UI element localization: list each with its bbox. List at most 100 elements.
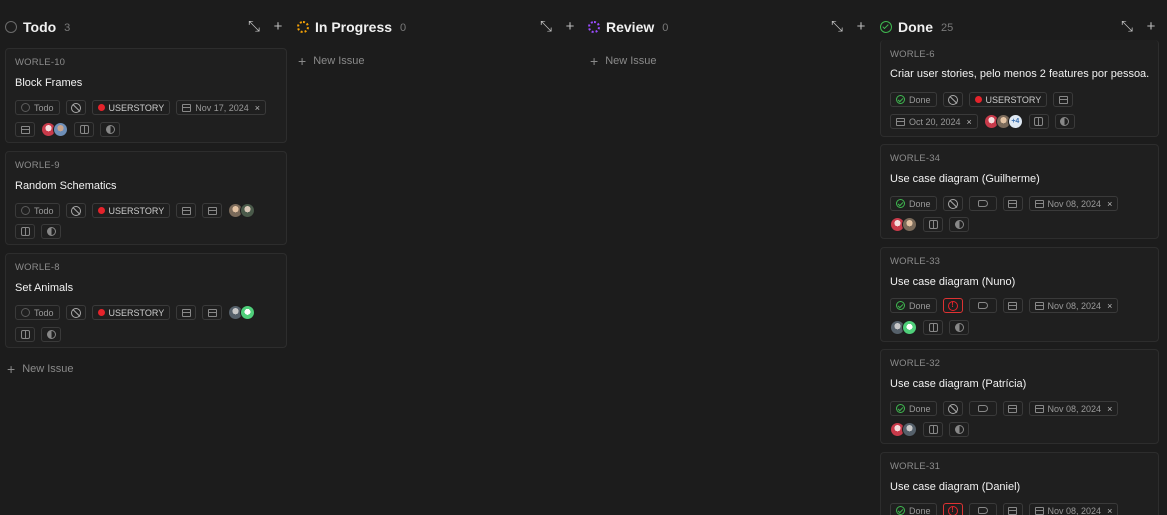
assignees[interactable] [228,203,256,218]
collapse-icon[interactable]: ⤡ [247,19,261,34]
due-date-chip[interactable]: Nov 08, 2024 × [1028,401,1119,416]
assignees[interactable] [41,122,68,137]
start-date-button[interactable] [15,122,35,137]
new-issue-button[interactable]: + New Issue [7,362,74,376]
priority-button[interactable]: ! [942,298,963,313]
start-date-button[interactable] [1002,298,1023,313]
issue-card[interactable]: WORLE-6 Criar user stories, pelo menos 2… [880,40,1159,137]
cycle-button[interactable] [15,224,35,239]
state-chip[interactable]: Todo [15,203,60,218]
cycle-button[interactable] [1028,114,1049,129]
start-date-button[interactable] [1002,401,1023,416]
assignees[interactable] [890,422,917,437]
assignees[interactable] [890,217,917,232]
label-dot-icon [97,104,105,111]
due-date-chip[interactable]: Nov 17, 2024 × [176,100,267,115]
column-title: Review [606,19,655,35]
collapse-icon[interactable]: ⤡ [1120,19,1134,34]
clear-date-icon[interactable]: × [1107,301,1112,311]
issue-card[interactable]: WORLE-32 Use case diagram (Patrícia) Don… [880,349,1159,444]
issue-card[interactable]: WORLE-33 Use case diagram (Nuno) Done ! … [880,247,1159,342]
start-date-button[interactable] [1002,196,1023,211]
labels-button[interactable] [968,298,997,313]
clear-date-icon[interactable]: × [1107,506,1112,515]
priority-button[interactable] [65,305,86,320]
module-button[interactable] [41,327,61,342]
state-label: Todo [34,205,54,216]
start-date-button[interactable] [176,305,197,320]
start-date-button[interactable] [1002,503,1023,515]
cycle-button[interactable] [923,422,943,437]
add-icon[interactable]: + [854,19,868,34]
due-date-chip[interactable]: Nov 08, 2024 × [1028,196,1119,211]
label-chip[interactable]: USERSTORY [968,92,1048,107]
due-date-chip[interactable]: Nov 08, 2024 × [1028,298,1119,313]
due-date-button[interactable] [202,305,223,320]
avatar [902,422,917,437]
module-button[interactable] [949,422,969,437]
state-chip[interactable]: Todo [15,100,60,115]
assignees[interactable] [228,305,256,320]
collapse-icon[interactable]: ⤡ [830,19,844,34]
new-issue-button[interactable]: + New Issue [298,54,365,68]
clear-date-icon[interactable]: × [967,117,972,127]
in-progress-circle-icon [297,21,309,33]
issue-title: Use case diagram (Guilherme) [890,173,1040,185]
add-icon[interactable]: + [1144,19,1158,34]
label-chip[interactable]: USERSTORY [91,305,171,320]
assignees[interactable]: +4 [983,114,1023,129]
priority-button[interactable] [942,196,963,211]
plus-icon: + [7,361,16,377]
collapse-icon[interactable]: ⤡ [539,19,553,34]
cycle-icon [20,227,30,236]
state-chip[interactable]: Done [890,503,937,515]
column-done: Done 25 ⤡ + WORLE-6 Criar user stories, … [880,0,1160,515]
issue-card[interactable]: WORLE-8 Set Animals Todo USERSTORY [5,253,287,348]
module-button[interactable] [949,320,969,335]
clear-date-icon[interactable]: × [255,103,260,113]
cycle-button[interactable] [74,122,94,137]
cycle-button[interactable] [923,217,943,232]
labels-button[interactable] [968,196,997,211]
module-button[interactable] [949,217,969,232]
start-date-button[interactable] [176,203,197,218]
state-chip[interactable]: Done [890,401,937,416]
module-button[interactable] [1054,114,1075,129]
label-chip[interactable]: USERSTORY [91,203,171,218]
state-chip[interactable]: Done [890,298,937,313]
priority-button[interactable]: ! [942,503,963,515]
kanban-board: Todo 3 ⤡ + WORLE-10 Block Frames Todo US… [0,0,1167,515]
due-date-chip[interactable]: Nov 08, 2024 × [1028,503,1119,515]
add-icon[interactable]: + [271,19,285,34]
label-chip[interactable]: USERSTORY [91,100,171,115]
cycle-button[interactable] [923,320,943,335]
priority-button[interactable] [942,401,963,416]
calendar-icon [1034,301,1044,310]
issue-card[interactable]: WORLE-34 Use case diagram (Guilherme) Do… [880,144,1159,239]
priority-button[interactable] [942,92,963,107]
clear-date-icon[interactable]: × [1107,404,1112,414]
due-date-button[interactable] [202,203,223,218]
add-icon[interactable]: + [563,19,577,34]
due-date-text: Nov 08, 2024 [1047,300,1102,311]
state-chip[interactable]: Done [890,196,937,211]
avatar [53,122,68,137]
assignees[interactable] [890,320,917,335]
issue-card[interactable]: WORLE-9 Random Schematics Todo USERSTORY [5,151,287,245]
module-icon [954,220,964,229]
issue-card[interactable]: WORLE-31 Use case diagram (Daniel) Done … [880,452,1159,515]
cycle-button[interactable] [15,327,35,342]
module-button[interactable] [100,122,120,137]
priority-button[interactable] [65,203,86,218]
issue-card[interactable]: WORLE-10 Block Frames Todo USERSTORY Nov… [5,48,287,143]
labels-button[interactable] [968,503,997,515]
clear-date-icon[interactable]: × [1107,199,1112,209]
labels-button[interactable] [968,401,997,416]
module-button[interactable] [41,224,61,239]
state-chip[interactable]: Done [890,92,937,107]
new-issue-button[interactable]: + New Issue [590,54,657,68]
state-chip[interactable]: Todo [15,305,60,320]
priority-button[interactable] [65,100,86,115]
due-date-chip[interactable]: Oct 20, 2024 × [890,114,978,129]
start-date-button[interactable] [1053,92,1074,107]
